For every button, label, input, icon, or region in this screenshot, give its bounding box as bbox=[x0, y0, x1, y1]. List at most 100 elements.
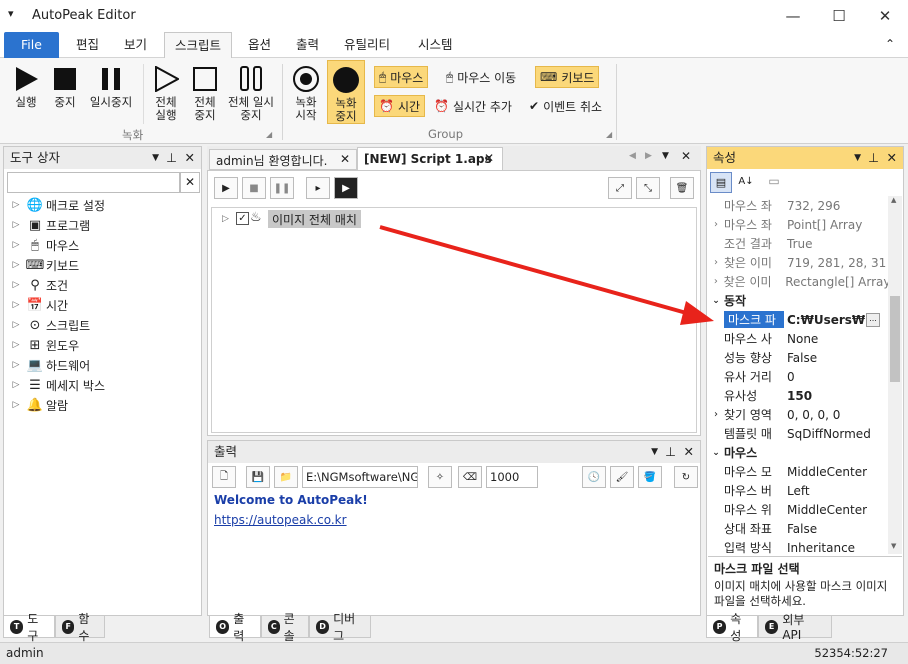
realtime-add-toggle[interactable]: ⏰ 실시간 추가 bbox=[430, 95, 516, 117]
menu-output[interactable]: 출력 bbox=[286, 32, 329, 58]
tree-item-mouse[interactable]: ▷ 🖱 마우스 bbox=[8, 235, 198, 255]
tree-item-window[interactable]: ▷ ⊞ 윈도우 bbox=[8, 335, 198, 355]
prop-row[interactable]: 마우스 위 MiddleCenter bbox=[708, 500, 888, 519]
tab-tools[interactable]: T 도구 bbox=[3, 612, 55, 643]
prop-row[interactable]: 상대 좌표 False bbox=[708, 519, 888, 538]
prop-row[interactable]: 템플릿 매 SqDiffNormed bbox=[708, 424, 888, 443]
run-all-button[interactable]: 전체 실행 bbox=[148, 64, 184, 122]
toolbox-search-input[interactable] bbox=[7, 172, 180, 193]
maximize-button[interactable]: ☐ bbox=[816, 0, 862, 32]
menu-utility[interactable]: 유틸리티 bbox=[334, 32, 400, 58]
editor-step-button[interactable]: ▸ bbox=[306, 177, 330, 199]
menu-system[interactable]: 시스템 bbox=[408, 32, 463, 58]
prop-row[interactable]: 마우스 모 MiddleCenter bbox=[708, 462, 888, 481]
menu-script[interactable]: 스크립트 bbox=[164, 32, 233, 59]
tab-properties[interactable]: P 속성 bbox=[706, 612, 758, 643]
dropdown-icon[interactable]: ▼ bbox=[662, 151, 669, 161]
prop-row[interactable]: 마우스 버 Left bbox=[708, 481, 888, 500]
record-start-button[interactable]: 녹화 시작 bbox=[288, 64, 324, 122]
pin-icon[interactable]: ⊥ bbox=[868, 147, 879, 169]
tree-item-alarm[interactable]: ▷ 🔔 알람 bbox=[8, 395, 198, 415]
editor-pause-button[interactable]: ❚❚ bbox=[270, 177, 294, 199]
prop-row-selected[interactable]: 마스크 파 C:₩Users₩ngr ... bbox=[708, 310, 888, 329]
prop-row[interactable]: 입력 방식 Inheritance bbox=[708, 538, 888, 555]
pause-button[interactable]: 일시중지 bbox=[86, 64, 136, 109]
tab-script[interactable]: [NEW] Script 1.aps ✕ bbox=[357, 147, 503, 170]
category-mouse[interactable]: ⌄ 마우스 bbox=[708, 443, 888, 462]
prop-row[interactable]: 성능 향상 False bbox=[708, 348, 888, 367]
tree-item-messagebox[interactable]: ▷ ☰ 메세지 박스 bbox=[8, 375, 198, 395]
tree-item-script[interactable]: ▷ ⊙ 스크립트 bbox=[8, 315, 198, 335]
stop-button[interactable]: 중지 bbox=[48, 64, 82, 109]
menu-options[interactable]: 옵션 bbox=[238, 32, 281, 58]
close-icon[interactable]: ✕ bbox=[887, 147, 897, 169]
paint-bucket-icon[interactable]: 🪣 bbox=[638, 466, 662, 488]
scroll-left-icon[interactable]: ◀ bbox=[629, 151, 636, 161]
tab-welcome[interactable]: admin님 환영합니다. ✕ bbox=[209, 149, 357, 170]
collapse-ribbon-icon[interactable]: ⌃ bbox=[885, 37, 895, 51]
scroll-right-icon[interactable]: ▶ bbox=[645, 151, 652, 161]
time-toggle[interactable]: ⏰ 시간 bbox=[374, 95, 426, 117]
close-icon[interactable]: ✕ bbox=[340, 152, 350, 166]
close-icon[interactable]: ✕ bbox=[681, 149, 691, 163]
save-icon[interactable]: 💾 bbox=[246, 466, 270, 488]
close-window-button[interactable]: ✕ bbox=[862, 0, 908, 32]
close-icon[interactable]: ✕ bbox=[484, 151, 494, 165]
editor-run-button[interactable]: ▶ bbox=[214, 177, 238, 199]
prop-row[interactable]: 마우스 사 None bbox=[708, 329, 888, 348]
categorized-icon[interactable]: ▤ bbox=[710, 172, 732, 193]
run-button[interactable]: 실행 bbox=[8, 64, 44, 109]
script-canvas[interactable]: ▷ ✓ ♨ 이미지 전체 매치 bbox=[211, 207, 697, 433]
tree-item-condition[interactable]: ▷ ⚲ 조건 bbox=[8, 275, 198, 295]
collapse-icon[interactable]: ⤡ bbox=[636, 177, 660, 199]
stop-all-button[interactable]: 전체 중지 bbox=[188, 64, 222, 122]
prop-row[interactable]: › 찾은 이미 Rectangle[] Array bbox=[708, 272, 888, 291]
autopeak-link[interactable]: https://autopeak.co.kr bbox=[214, 513, 347, 527]
tab-console[interactable]: C 콘솔 bbox=[261, 612, 309, 643]
mouse-move-toggle[interactable]: 🖱 마우스 이동 bbox=[442, 66, 520, 88]
close-icon[interactable]: ✕ bbox=[185, 147, 195, 169]
property-scrollbar[interactable]: ▲ ▼ bbox=[888, 196, 902, 554]
refresh-icon[interactable]: ↻ bbox=[674, 466, 698, 488]
category-action[interactable]: ⌄ 동작 bbox=[708, 291, 888, 310]
checkbox-checked[interactable]: ✓ bbox=[236, 212, 249, 225]
minimize-button[interactable]: — bbox=[770, 0, 816, 32]
system-menu-icon[interactable]: ▾ bbox=[8, 7, 14, 20]
keyboard-toggle[interactable]: ⌨ 키보드 bbox=[535, 66, 600, 88]
clear-search-button[interactable]: ✕ bbox=[180, 172, 200, 193]
tree-item-hardware[interactable]: ▷ 💻 하드웨어 bbox=[8, 355, 198, 375]
eraser-icon[interactable]: ⌫ bbox=[458, 466, 482, 488]
group-expand-icon[interactable]: ◢ bbox=[606, 130, 612, 139]
prop-row[interactable]: 유사성 150 bbox=[708, 386, 888, 405]
tree-item-keyboard[interactable]: ▷ ⌨ 키보드 bbox=[8, 255, 198, 275]
folder-icon[interactable]: 📁 bbox=[274, 466, 298, 488]
pin-icon[interactable]: ⊥ bbox=[166, 147, 177, 169]
dropdown-icon[interactable]: ▼ bbox=[854, 147, 861, 169]
expand-arrow-icon[interactable]: ▷ bbox=[222, 214, 229, 224]
tab-output[interactable]: O 출력 bbox=[209, 612, 261, 643]
node-image-match[interactable]: 이미지 전체 매치 bbox=[268, 210, 361, 228]
clock-icon[interactable]: 🕓 bbox=[582, 466, 606, 488]
output-path-input[interactable]: E:\NGMsoftware\NG bbox=[302, 466, 418, 488]
log-count-input[interactable]: 1000 bbox=[486, 466, 538, 488]
scroll-thumb[interactable] bbox=[890, 296, 900, 382]
prop-row[interactable]: 유사 거리 0 bbox=[708, 367, 888, 386]
sort-alpha-icon[interactable]: A↓ bbox=[735, 172, 757, 193]
prop-row[interactable]: › 마우스 좌 Point[] Array bbox=[708, 215, 888, 234]
close-icon[interactable]: ✕ bbox=[684, 441, 694, 463]
tab-external-api[interactable]: E 외부 API bbox=[758, 613, 832, 642]
tab-functions[interactable]: F 함수 bbox=[55, 612, 105, 643]
brush-icon[interactable]: 🖌 bbox=[610, 466, 634, 488]
clean-icon[interactable]: ✧ bbox=[428, 466, 452, 488]
editor-stop-button[interactable]: ■ bbox=[242, 177, 266, 199]
pause-all-button[interactable]: 전체 일시중지 bbox=[226, 64, 276, 122]
delete-icon[interactable]: 🗑 bbox=[670, 177, 694, 199]
prop-row[interactable]: 조건 결과 True bbox=[708, 234, 888, 253]
group-expand-icon[interactable]: ◢ bbox=[266, 130, 272, 139]
prop-row[interactable]: › 찾기 영역 0, 0, 0, 0 bbox=[708, 405, 888, 424]
tree-item-macro-settings[interactable]: ▷ 🌐 매크로 설정 bbox=[8, 195, 198, 215]
tree-item-program[interactable]: ▷ ▣ 프로그램 bbox=[8, 215, 198, 235]
dropdown-icon[interactable]: ▼ bbox=[651, 441, 658, 463]
new-log-icon[interactable]: 🗋 bbox=[212, 466, 236, 488]
property-pages-icon[interactable]: ▭ bbox=[763, 172, 785, 193]
